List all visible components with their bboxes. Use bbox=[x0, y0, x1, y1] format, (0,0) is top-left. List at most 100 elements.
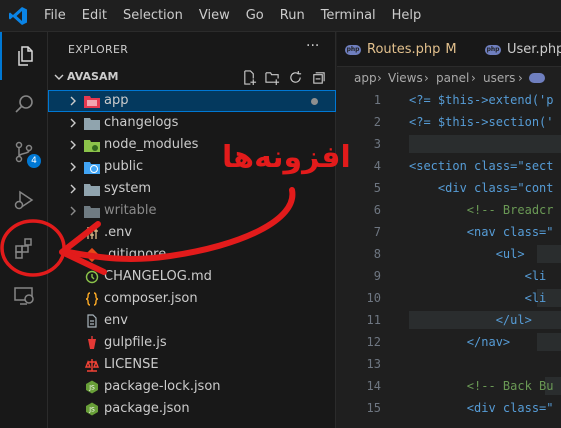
explorer-activity-button[interactable] bbox=[0, 32, 48, 80]
tree-item-label: env bbox=[104, 313, 128, 328]
nodejs-icon: JS bbox=[84, 379, 100, 395]
code-line: <?= $this->extend('p bbox=[409, 93, 554, 107]
tree-item-label: writable bbox=[104, 203, 157, 218]
source-control-activity-button[interactable]: 4 bbox=[0, 128, 48, 176]
code-line: <?= $this->section(' bbox=[409, 115, 554, 129]
search-activity-button[interactable] bbox=[0, 80, 48, 128]
tree-item-changelogs[interactable]: changelogs bbox=[48, 112, 336, 134]
breadcrumb-separator-icon: › bbox=[518, 71, 523, 85]
tree-item-label: system bbox=[104, 181, 151, 196]
line-number: 10 bbox=[366, 291, 381, 305]
breadcrumb-app[interactable]: app bbox=[354, 71, 377, 85]
code-editor[interactable]: 1 2 3 4 5 6 7 8 9 10 11 12 13 14 15 <?= … bbox=[337, 89, 561, 428]
folder-icon bbox=[84, 203, 100, 219]
public-folder-icon bbox=[84, 159, 100, 175]
git-icon bbox=[84, 247, 100, 263]
breadcrumb-panel[interactable]: panel bbox=[436, 71, 469, 85]
code-line: <li bbox=[409, 291, 547, 305]
code-line: <div class=" bbox=[409, 401, 554, 415]
folder-icon bbox=[84, 115, 100, 131]
code-line: <!-- Breadcr bbox=[409, 203, 554, 217]
search-icon bbox=[15, 95, 33, 113]
new-file-icon bbox=[244, 70, 257, 85]
line-number: 14 bbox=[366, 379, 381, 393]
refresh-icon bbox=[290, 70, 302, 83]
run-debug-activity-button[interactable] bbox=[0, 176, 48, 224]
chevron-right-icon bbox=[70, 118, 76, 128]
line-number: 9 bbox=[373, 269, 381, 283]
gulp-icon bbox=[84, 335, 100, 351]
remote-explorer-icon bbox=[14, 287, 34, 305]
chevron-right-icon bbox=[70, 162, 76, 172]
folder-actions bbox=[241, 69, 327, 86]
menu-terminal[interactable]: Terminal bbox=[313, 0, 384, 32]
extensions-activity-button[interactable] bbox=[0, 224, 48, 272]
tree-item-label: .gitignore bbox=[104, 247, 167, 262]
code-line: </ul> bbox=[409, 313, 532, 327]
line-number: 1 bbox=[373, 93, 381, 107]
php-file-icon bbox=[529, 73, 545, 83]
tree-item-label: public bbox=[104, 159, 144, 174]
menu-help[interactable]: Help bbox=[384, 0, 430, 32]
chevron-right-icon bbox=[70, 184, 76, 194]
tree-item-label: package-lock.json bbox=[104, 379, 221, 394]
tree-item-env[interactable]: env bbox=[48, 310, 336, 332]
tree-item-dotenv[interactable]: .env bbox=[48, 222, 336, 244]
tab-modified-status: M bbox=[445, 42, 457, 57]
code-line: <div class="cont bbox=[409, 181, 554, 195]
chevron-down-icon bbox=[54, 74, 64, 80]
new-folder-icon bbox=[265, 72, 280, 85]
tab-user-php[interactable]: php User.php bbox=[485, 32, 561, 67]
menu-run[interactable]: Run bbox=[272, 0, 313, 32]
tree-item-label: gulpfile.js bbox=[104, 335, 167, 350]
breadcrumb-separator-icon: › bbox=[424, 71, 429, 85]
tree-item-license[interactable]: LICENSE bbox=[48, 354, 336, 376]
new-folder-button[interactable] bbox=[264, 69, 281, 86]
activity-bar: 4 bbox=[0, 32, 48, 428]
chevron-right-icon bbox=[70, 206, 76, 216]
tab-label: Routes.php bbox=[367, 42, 441, 57]
whitespace-highlight bbox=[537, 333, 561, 351]
more-actions-button[interactable]: ··· bbox=[306, 38, 319, 54]
svg-text:JS: JS bbox=[88, 385, 95, 392]
changelog-history-icon bbox=[84, 269, 100, 285]
line-number: 7 bbox=[373, 225, 381, 239]
breadcrumb-users[interactable]: users bbox=[483, 71, 515, 85]
collapse-all-icon bbox=[313, 72, 325, 84]
svg-text:JS: JS bbox=[88, 407, 95, 414]
tree-item-package-lock[interactable]: JS package-lock.json bbox=[48, 376, 336, 398]
tree-item-system[interactable]: system bbox=[48, 178, 336, 200]
tree-item-composer-json[interactable]: composer.json bbox=[48, 288, 336, 310]
run-debug-icon bbox=[14, 190, 34, 210]
tree-item-label: LICENSE bbox=[104, 357, 159, 372]
tab-routes-php[interactable]: php Routes.php M bbox=[345, 32, 457, 67]
code-line: <nav class=" bbox=[409, 225, 554, 239]
line-number: 8 bbox=[373, 247, 381, 261]
tree-item-gulpfile[interactable]: gulpfile.js bbox=[48, 332, 336, 354]
tree-item-app[interactable]: app bbox=[48, 90, 336, 112]
tree-item-writable[interactable]: writable bbox=[48, 200, 336, 222]
menu-selection[interactable]: Selection bbox=[115, 0, 191, 32]
tree-item-gitignore[interactable]: .gitignore bbox=[48, 244, 336, 266]
breadcrumb-views[interactable]: Views bbox=[388, 71, 423, 85]
collapse-folders-button[interactable] bbox=[310, 69, 327, 86]
line-number: 12 bbox=[366, 335, 381, 349]
tree-item-package-json[interactable]: JS package.json bbox=[48, 398, 336, 420]
code-line: <ul> bbox=[409, 247, 525, 261]
line-number: 13 bbox=[366, 357, 381, 371]
tree-item-label: app bbox=[104, 93, 129, 108]
menu-file[interactable]: File bbox=[36, 0, 74, 32]
workspace-folder-header[interactable]: AVASAM bbox=[48, 67, 336, 89]
menu-go[interactable]: Go bbox=[238, 0, 272, 32]
code-line: </nav> bbox=[409, 335, 511, 349]
refresh-explorer-button[interactable] bbox=[287, 69, 304, 86]
menu-edit[interactable]: Edit bbox=[74, 0, 115, 32]
new-file-button[interactable] bbox=[241, 69, 258, 86]
line-number: 15 bbox=[366, 401, 381, 415]
breadcrumb: app › Views › panel › users › bbox=[337, 67, 561, 89]
tree-item-changelog-md[interactable]: CHANGELOG.md bbox=[48, 266, 336, 288]
source-control-badge: 4 bbox=[27, 154, 41, 168]
menu-view[interactable]: View bbox=[191, 0, 238, 32]
menu-bar: File Edit Selection View Go Run Terminal… bbox=[36, 0, 429, 32]
remote-explorer-activity-button[interactable] bbox=[0, 272, 48, 320]
